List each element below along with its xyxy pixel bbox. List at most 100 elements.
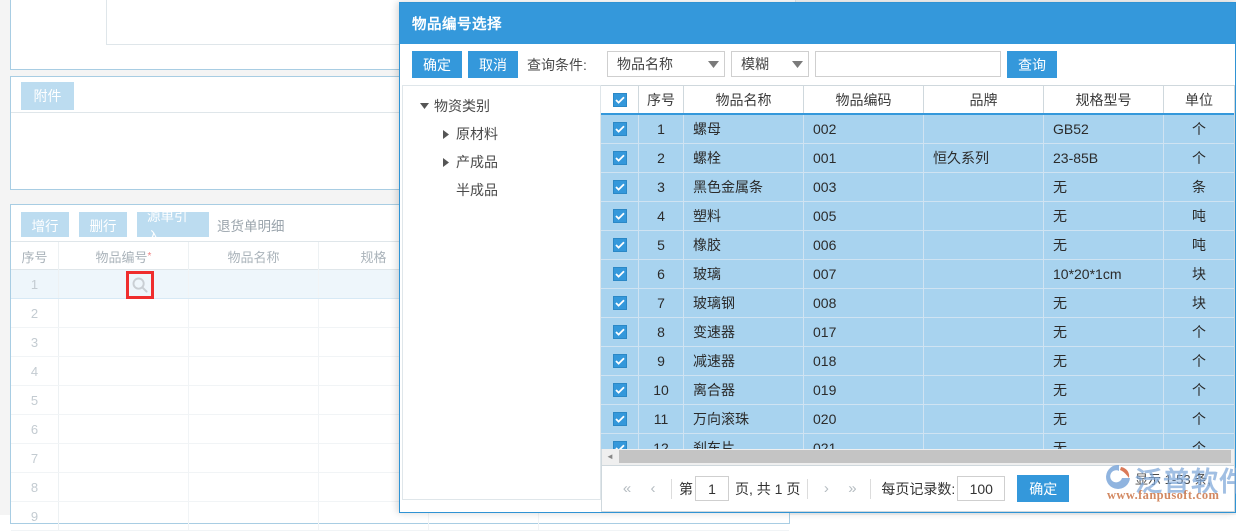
table-cell-brand[interactable] (924, 289, 1044, 318)
row-checkbox[interactable] (612, 151, 627, 165)
table-row[interactable]: 3 黑色金属条 003 无条 (601, 173, 1234, 202)
table-cell-code[interactable]: 020 (804, 405, 924, 434)
table-cell-code[interactable]: 018 (804, 347, 924, 376)
table-cell-code[interactable]: 008 (804, 289, 924, 318)
table-row[interactable]: 5 橡胶 006 无吨 (601, 231, 1234, 260)
table-cell[interactable] (59, 502, 189, 530)
table-cell-name[interactable]: 塑料 (684, 202, 804, 231)
row-checkbox-cell[interactable] (601, 376, 639, 405)
table-cell-no[interactable]: 10 (639, 376, 684, 405)
column-header[interactable]: 物品编码 (804, 86, 924, 113)
keyword-input[interactable] (815, 51, 1001, 77)
table-cell-unit[interactable]: 条 (1164, 173, 1234, 202)
table-cell-name[interactable]: 黑色金属条 (684, 173, 804, 202)
table-cell-brand[interactable] (924, 318, 1044, 347)
page-size-input[interactable] (957, 476, 1006, 501)
row-checkbox[interactable] (612, 180, 627, 194)
table-cell-spec[interactable]: 无 (1044, 173, 1164, 202)
table-cell-brand[interactable] (924, 376, 1044, 405)
table-cell-no[interactable]: 3 (639, 173, 684, 202)
page-number-input[interactable] (695, 476, 729, 501)
column-header[interactable]: 序号 (639, 86, 684, 113)
table-cell[interactable] (189, 473, 319, 501)
table-cell[interactable] (189, 502, 319, 530)
table-row[interactable]: 10 离合器 019 无个 (601, 376, 1234, 405)
select-all-checkbox-cell[interactable] (601, 86, 639, 113)
table-cell-brand[interactable] (924, 347, 1044, 376)
return-order-detail-tab[interactable]: 退货单明细 (217, 212, 285, 237)
table-cell[interactable] (189, 415, 319, 443)
table-cell-name[interactable]: 玻璃 (684, 260, 804, 289)
table-cell-no[interactable]: 7 (639, 289, 684, 318)
table-cell[interactable] (59, 328, 189, 356)
table-cell[interactable] (189, 299, 319, 327)
table-cell[interactable] (189, 270, 319, 298)
table-cell-code[interactable]: 006 (804, 231, 924, 260)
row-checkbox-cell[interactable] (601, 289, 639, 318)
table-cell-name[interactable]: 橡胶 (684, 231, 804, 260)
import-source-document-button[interactable]: 源单引入 (137, 209, 209, 244)
row-checkbox-cell[interactable] (601, 173, 639, 202)
row-checkbox[interactable] (612, 209, 627, 223)
row-checkbox-cell[interactable] (601, 405, 639, 434)
table-cell-spec[interactable]: 无 (1044, 289, 1164, 318)
row-checkbox-cell[interactable] (601, 202, 639, 231)
match-mode-select[interactable]: 模糊 (731, 51, 809, 77)
column-header[interactable]: 规格型号 (1044, 86, 1164, 113)
table-cell-unit[interactable]: 块 (1164, 260, 1234, 289)
table-cell-no[interactable]: 5 (639, 231, 684, 260)
tab-attachment[interactable]: 附件 (21, 82, 74, 110)
row-checkbox-cell[interactable] (601, 347, 639, 376)
table-cell-spec[interactable]: 无 (1044, 405, 1164, 434)
table-cell[interactable] (59, 444, 189, 472)
table-cell-brand[interactable]: 恒久系列 (924, 144, 1044, 173)
table-cell-spec[interactable]: 无 (1044, 347, 1164, 376)
row-checkbox[interactable] (612, 238, 627, 252)
table-cell-unit[interactable]: 吨 (1164, 202, 1234, 231)
table-row[interactable]: 7 玻璃钢 008 无块 (601, 289, 1234, 318)
table-row[interactable]: 6 玻璃 007 10*20*1cm 块 (601, 260, 1234, 289)
table-cell-unit[interactable]: 个 (1164, 318, 1234, 347)
table-cell-no[interactable]: 9 (639, 347, 684, 376)
horizontal-scrollbar[interactable]: ◄ (601, 449, 1235, 466)
row-checkbox-cell[interactable] (601, 115, 639, 144)
table-cell-no[interactable]: 4 (639, 202, 684, 231)
table-row[interactable]: 9 减速器 018 无个 (601, 347, 1234, 376)
table-cell-name[interactable]: 螺栓 (684, 144, 804, 173)
table-cell-name[interactable]: 玻璃钢 (684, 289, 804, 318)
table-cell-spec[interactable]: 无 (1044, 231, 1164, 260)
table-cell-no[interactable]: 8 (639, 318, 684, 347)
row-checkbox[interactable] (612, 122, 627, 136)
table-cell-code[interactable]: 005 (804, 202, 924, 231)
table-cell[interactable] (59, 386, 189, 414)
table-cell-code[interactable]: 002 (804, 115, 924, 144)
tree-node-finished-product[interactable]: 产成品 (439, 148, 498, 176)
scrollbar-thumb[interactable] (619, 450, 1231, 463)
table-cell-no[interactable]: 1 (639, 115, 684, 144)
table-cell-brand[interactable] (924, 405, 1044, 434)
table-cell-no[interactable]: 6 (639, 260, 684, 289)
confirm-button-top[interactable]: 确定 (412, 51, 462, 78)
table-row[interactable]: 8 变速器 017 无个 (601, 318, 1234, 347)
table-cell-spec[interactable]: 10*20*1cm (1044, 260, 1164, 289)
tree-node-semi-finished-product[interactable]: 半成品 (439, 176, 498, 204)
row-checkbox[interactable] (612, 354, 627, 368)
table-cell[interactable] (189, 357, 319, 385)
row-checkbox-cell[interactable] (601, 318, 639, 347)
table-cell-code[interactable]: 003 (804, 173, 924, 202)
row-checkbox[interactable] (612, 267, 627, 281)
column-header[interactable]: 品牌 (924, 86, 1044, 113)
last-page-button[interactable]: » (839, 476, 865, 502)
table-cell[interactable] (59, 415, 189, 443)
table-cell-brand[interactable] (924, 173, 1044, 202)
table-cell-unit[interactable]: 个 (1164, 347, 1234, 376)
row-checkbox-cell[interactable] (601, 144, 639, 173)
add-row-button[interactable]: 增行 (21, 212, 69, 237)
column-header[interactable]: 物品名称 (684, 86, 804, 113)
table-cell-code[interactable]: 017 (804, 318, 924, 347)
row-checkbox[interactable] (612, 296, 627, 310)
row-checkbox-cell[interactable] (601, 231, 639, 260)
table-cell-no[interactable]: 11 (639, 405, 684, 434)
table-cell[interactable] (189, 386, 319, 414)
row-checkbox-cell[interactable] (601, 260, 639, 289)
